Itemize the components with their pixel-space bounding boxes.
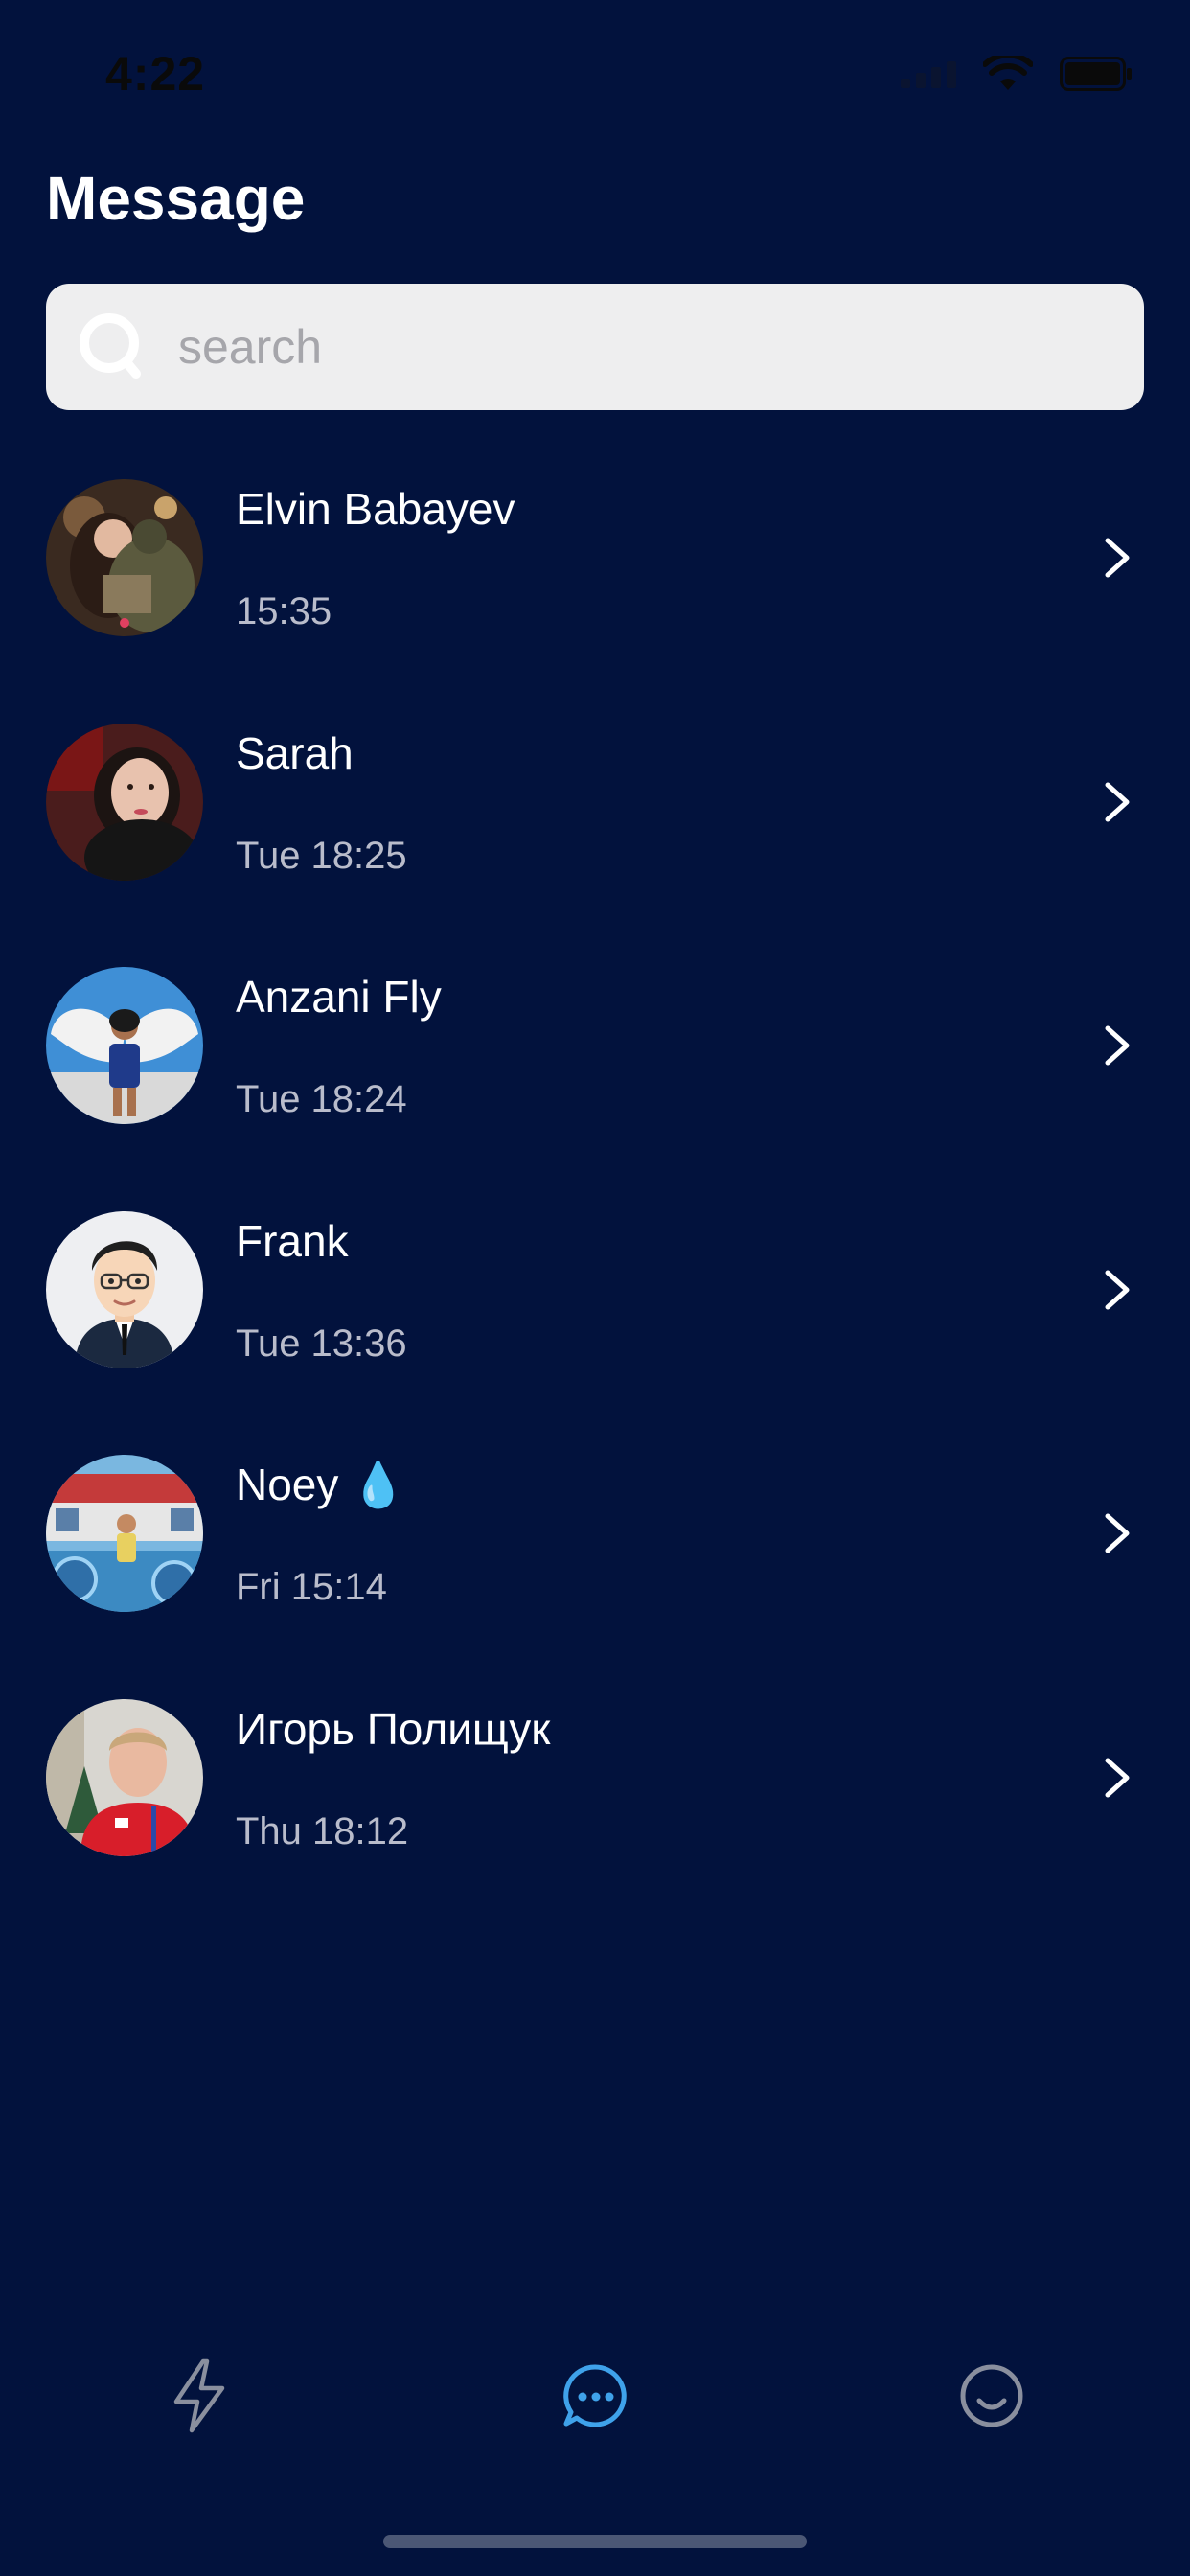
contact-time: Tue 13:36 <box>236 1322 407 1365</box>
contact-list: Elvin Babayev 15:35 Sarah Tue 18:25 Anza… <box>0 472 1190 1936</box>
avatar <box>46 967 203 1125</box>
tab-messages[interactable] <box>538 2338 652 2453</box>
chevron-right-icon <box>1105 1513 1130 1553</box>
contact-row[interactable]: Elvin Babayev 15:35 <box>0 472 1190 716</box>
contact-time: Fri 15:14 <box>236 1566 387 1609</box>
contact-row[interactable]: Sarah Tue 18:25 <box>0 716 1190 960</box>
contact-time: Tue 18:24 <box>236 1078 407 1121</box>
status-time: 4:22 <box>105 47 206 101</box>
messages-screen: 4:22 Message search Elvin Babayev 15:35 … <box>0 0 1190 2576</box>
avatar <box>46 1698 203 1856</box>
page-title: Message <box>46 164 306 233</box>
status-bar: 4:22 <box>0 0 1190 144</box>
tab-profile[interactable] <box>934 2338 1049 2453</box>
search-input[interactable] <box>178 319 1041 375</box>
contact-name: Frank <box>236 1215 349 1266</box>
contact-name: Elvin Babayev <box>236 484 515 534</box>
contact-time: Tue 18:25 <box>236 834 407 877</box>
contact-name: Игорь Полищук <box>236 1703 551 1754</box>
avatar <box>46 1210 203 1368</box>
contact-row[interactable]: Frank Tue 13:36 <box>0 1204 1190 1448</box>
battery-icon <box>1060 57 1132 91</box>
chevron-right-icon <box>1105 782 1130 822</box>
chat-bubble-icon <box>563 2364 627 2427</box>
contact-name: Anzani Fly <box>236 972 442 1023</box>
avatar <box>46 1455 203 1613</box>
search-icon <box>80 313 141 379</box>
tab-activity[interactable] <box>142 2338 257 2453</box>
tab-bar <box>0 2338 1190 2453</box>
cellular-signal-icon <box>901 59 956 88</box>
search-bar[interactable] <box>46 284 1144 410</box>
home-indicator[interactable] <box>383 2535 807 2548</box>
contact-name: Noey 💧 <box>236 1460 406 1510</box>
status-icons <box>901 56 1133 92</box>
chevron-right-icon <box>1105 1758 1130 1798</box>
chevron-right-icon <box>1105 1270 1130 1310</box>
chevron-right-icon <box>1105 538 1130 578</box>
lightning-icon <box>173 2358 225 2433</box>
contact-row[interactable]: Anzani Fly Tue 18:24 <box>0 959 1190 1204</box>
contact-name: Sarah <box>236 727 354 778</box>
avatar <box>46 479 203 636</box>
chevron-right-icon <box>1105 1025 1130 1066</box>
contact-row[interactable]: Игорь Полищук Thu 18:12 <box>0 1691 1190 1936</box>
wifi-icon <box>983 56 1033 90</box>
contact-row[interactable]: Noey 💧 Fri 15:14 <box>0 1447 1190 1691</box>
smiley-icon <box>960 2364 1023 2427</box>
contact-time: 15:35 <box>236 590 332 632</box>
contact-time: Thu 18:12 <box>236 1809 409 1852</box>
avatar <box>46 723 203 881</box>
